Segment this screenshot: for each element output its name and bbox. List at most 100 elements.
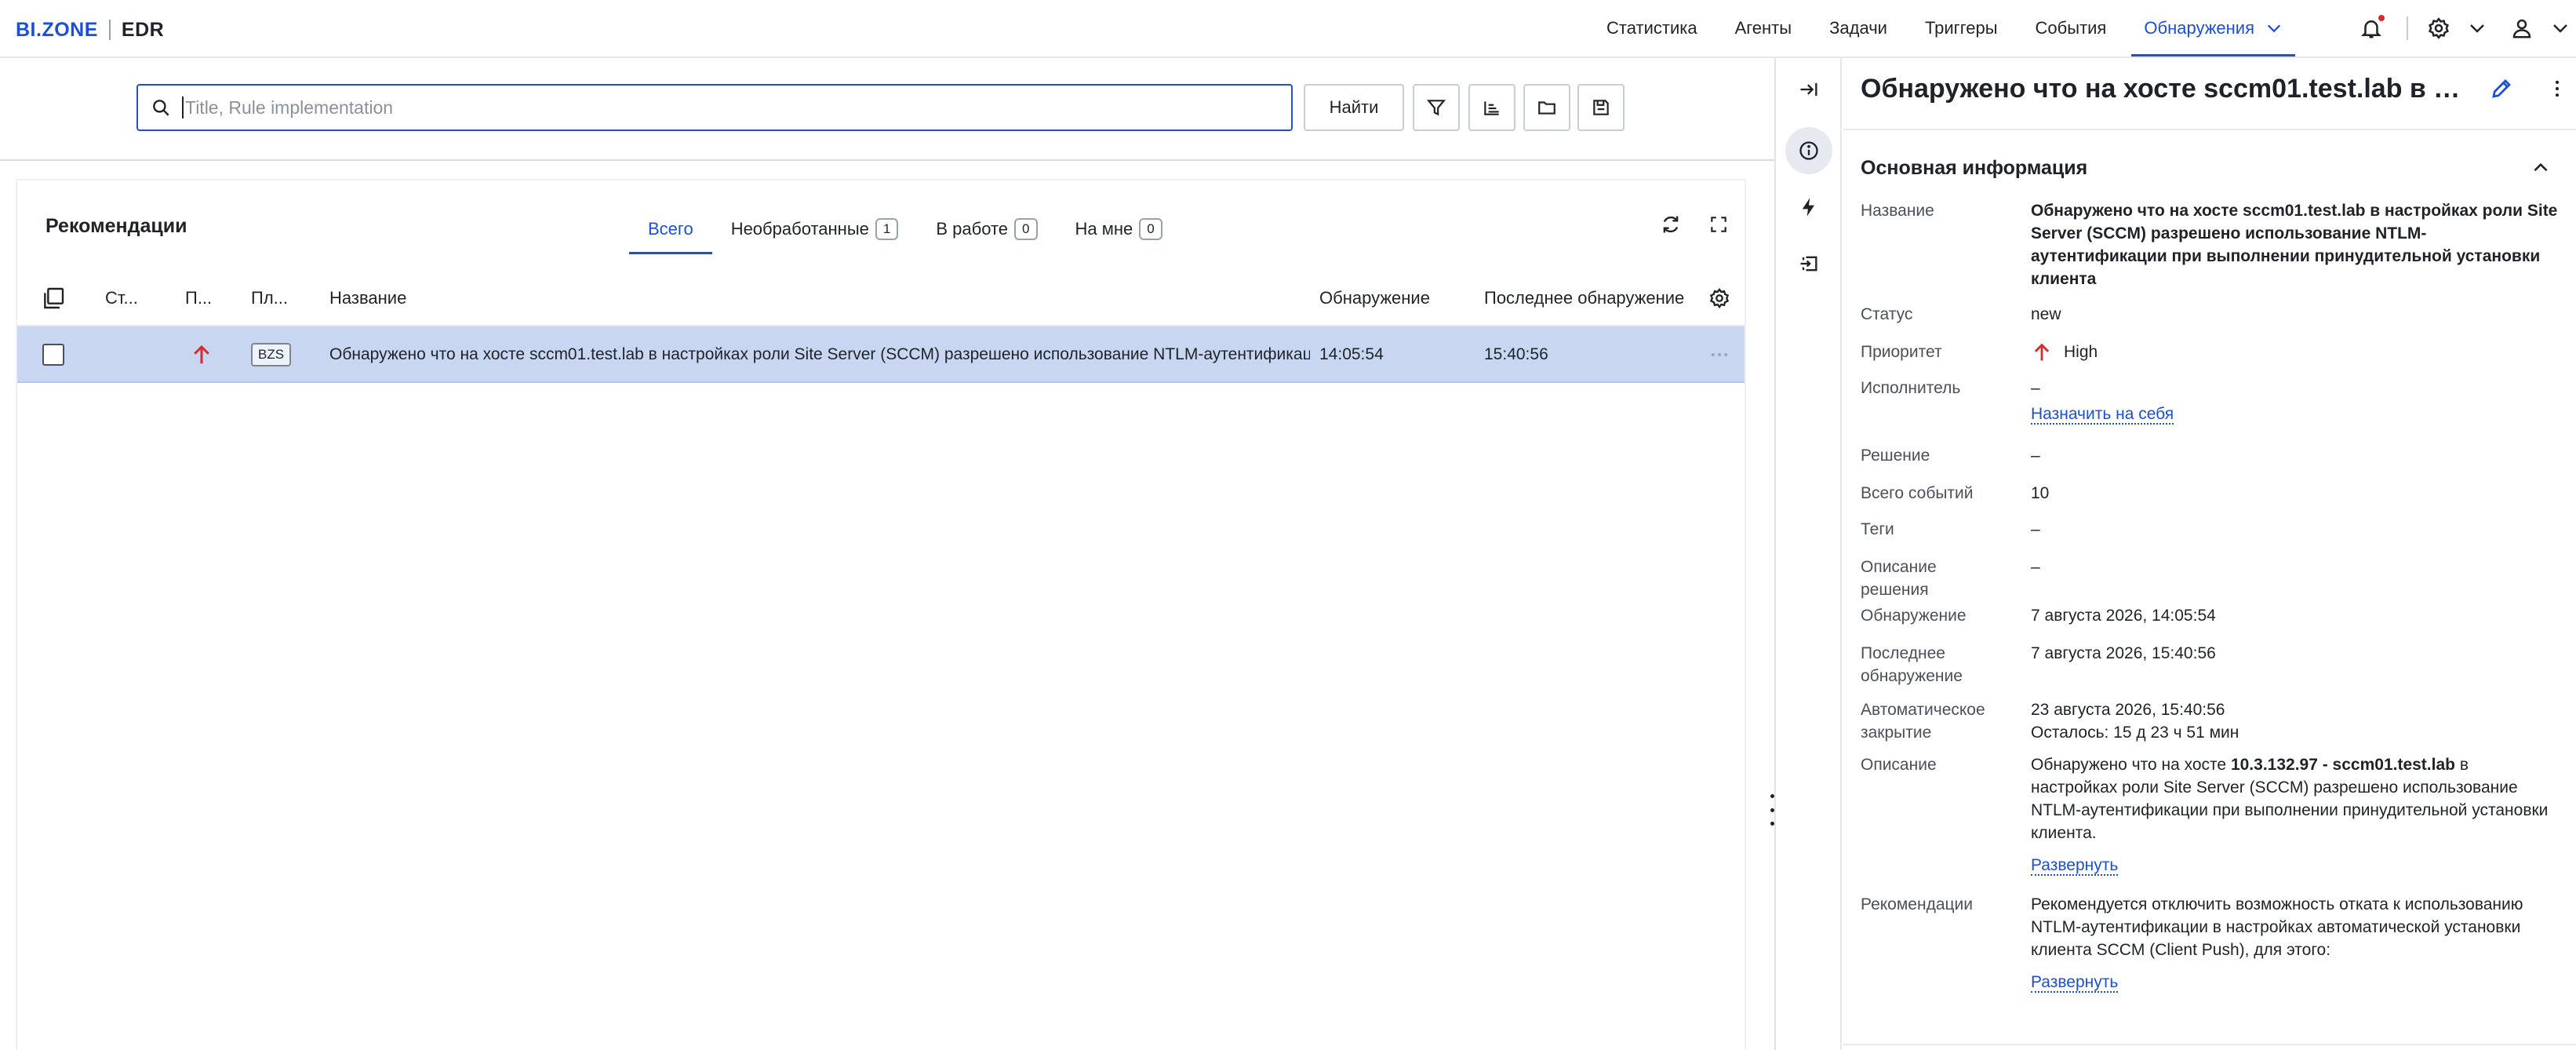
fullscreen-button[interactable]	[1708, 213, 1729, 235]
column-priority[interactable]: П...	[185, 270, 212, 326]
row-checkbox-cell	[42, 326, 64, 383]
app-logo[interactable]: BI.ZONE EDR	[16, 17, 164, 42]
chevron-up-icon	[2534, 162, 2548, 172]
logo-divider	[108, 20, 111, 40]
tab-unprocessed[interactable]: Необработанные 1	[712, 204, 918, 254]
user-button[interactable]	[2510, 16, 2534, 40]
section-header[interactable]: Основная информация	[1861, 146, 2551, 190]
tab-all-label: Всего	[648, 219, 693, 239]
edit-button[interactable]	[2490, 77, 2513, 100]
status-value: new	[2031, 305, 2061, 323]
column-last-detected[interactable]: Последнее обнаружение	[1484, 270, 1688, 326]
export-tab-button[interactable]	[1785, 240, 1832, 287]
assignee-value: –	[2031, 379, 2040, 397]
field-label: Всего событий	[1861, 484, 1974, 502]
notifications-button[interactable]	[2360, 15, 2385, 40]
drag-dot	[1770, 794, 1774, 798]
info-icon	[1799, 141, 1818, 160]
description-value-wrap: Обнаружено что на хосте 10.3.132.97 - sc…	[2031, 753, 2558, 877]
collapse-panel-button[interactable]	[1785, 66, 1832, 113]
find-button[interactable]: Найти	[1304, 84, 1404, 131]
table-header: Ст... П... Пл... Название Обнаружение По…	[17, 270, 1745, 326]
more-actions-button[interactable]	[2546, 77, 2568, 100]
field-label: Последнее обнаружение	[1861, 644, 1963, 685]
tab-assigned-to-me[interactable]: На мне 0	[1057, 204, 1181, 254]
priority-high-icon	[2034, 343, 2050, 360]
field-label: Описание	[1861, 756, 1937, 774]
tab-in-progress[interactable]: В работе 0	[917, 204, 1056, 254]
resolution-value: –	[2031, 447, 2040, 465]
search-icon	[153, 100, 169, 116]
tab-unprocessed-count: 1	[875, 218, 899, 240]
save-icon	[1593, 100, 1609, 115]
nav-events[interactable]: События	[2017, 0, 2126, 57]
row-platform-cell: BZS	[251, 326, 292, 383]
sort-lines-icon	[1484, 101, 1499, 115]
row-detected-cell: 14:05:54	[1319, 345, 1384, 363]
assign-to-me-link[interactable]: Назначить на себя	[2031, 405, 2174, 425]
filter-icon	[1426, 100, 1446, 116]
priority-value-wrap: High	[2031, 341, 2558, 363]
field-label: Описание решения	[1861, 558, 1937, 599]
tab-in-progress-count: 0	[1014, 218, 1038, 240]
recommendations-value-wrap: Рекомендуется отключить возможность отка…	[2031, 893, 2558, 993]
title-divider	[1843, 129, 2576, 130]
field-label: Статус	[1861, 305, 1913, 323]
user-menu-toggle[interactable]	[2551, 19, 2570, 38]
expand-description-link[interactable]: Развернуть	[2031, 856, 2119, 876]
column-name[interactable]: Название	[329, 270, 406, 326]
nav-tasks[interactable]: Задачи	[1810, 0, 1906, 57]
column-platform[interactable]: Пл...	[251, 270, 288, 326]
events-tab-button[interactable]	[1785, 184, 1832, 231]
logo-brand: BI.ZONE	[16, 18, 98, 41]
field-label: Автоматическое закрытие	[1861, 701, 1985, 742]
row-actions-button[interactable]	[1708, 326, 1730, 383]
save-filter-button[interactable]	[1577, 84, 1625, 131]
panel-actions	[1660, 213, 1729, 235]
refresh-icon	[1663, 216, 1679, 233]
field-value: Обнаружено что на хосте sccm01.test.lab …	[2031, 202, 2558, 288]
sort-button[interactable]	[1468, 84, 1515, 131]
chevron-down-icon	[2470, 24, 2484, 33]
nav-statistics[interactable]: Статистика	[1588, 0, 1716, 57]
settings-button[interactable]	[2427, 16, 2450, 40]
chevron-down-icon	[2553, 24, 2567, 33]
search-field[interactable]	[136, 84, 1293, 131]
field-label: Название	[1861, 202, 1934, 220]
field-label: Исполнитель	[1861, 379, 1961, 397]
platform-badge: BZS	[251, 343, 292, 366]
table-row[interactable]: BZS Обнаружено что на хосте sccm01.test.…	[17, 326, 1745, 383]
auto-close-remaining: Осталось: 15 д 23 ч 51 мин	[2031, 724, 2239, 742]
column-settings-button[interactable]	[1708, 270, 1730, 326]
row-checkbox[interactable]	[42, 344, 64, 366]
auto-close-value: 23 августа 2026, 15:40:56	[2031, 701, 2225, 719]
row-last-detected-cell: 15:40:56	[1484, 345, 1548, 363]
column-status[interactable]: Ст...	[105, 270, 138, 326]
search-toolbar: Найти	[0, 58, 1774, 161]
folder-button[interactable]	[1523, 84, 1570, 131]
nav-detections[interactable]: Обнаружения	[2125, 0, 2301, 57]
filter-button[interactable]	[1413, 84, 1460, 131]
tab-all[interactable]: Всего	[629, 204, 712, 254]
recommendations-panel: Рекомендации Всего Необработанные 1 В ра…	[16, 179, 1746, 1050]
info-tab-button[interactable]	[1785, 127, 1832, 174]
drag-dot	[1770, 822, 1774, 826]
select-all-icon	[44, 287, 64, 309]
nav-triggers[interactable]: Триггеры	[1906, 0, 2017, 57]
select-all-button[interactable]	[41, 270, 66, 326]
events-total-value: 10	[2031, 484, 2050, 502]
user-icon	[2512, 19, 2531, 38]
description-text: Обнаружено что на хосте 10.3.132.97 - sc…	[2031, 753, 2558, 844]
nav-agents[interactable]: Агенты	[1716, 0, 1811, 57]
header-actions	[2360, 0, 2576, 57]
settings-menu-toggle[interactable]	[2468, 19, 2487, 38]
chevron-down-icon	[2267, 24, 2281, 33]
expand-recommendations-link[interactable]: Развернуть	[2031, 973, 2119, 993]
column-detected[interactable]: Обнаружение	[1319, 270, 1430, 326]
refresh-button[interactable]	[1660, 213, 1682, 235]
search-input[interactable]	[185, 97, 1268, 118]
description-prefix: Обнаружено что на хосте	[2031, 756, 2231, 774]
row-name-cell: Обнаружено что на хосте sccm01.test.lab …	[329, 345, 1310, 363]
description-host: 10.3.132.97 - sccm01.test.lab	[2230, 756, 2455, 774]
login-arrow-icon	[1800, 256, 1817, 272]
